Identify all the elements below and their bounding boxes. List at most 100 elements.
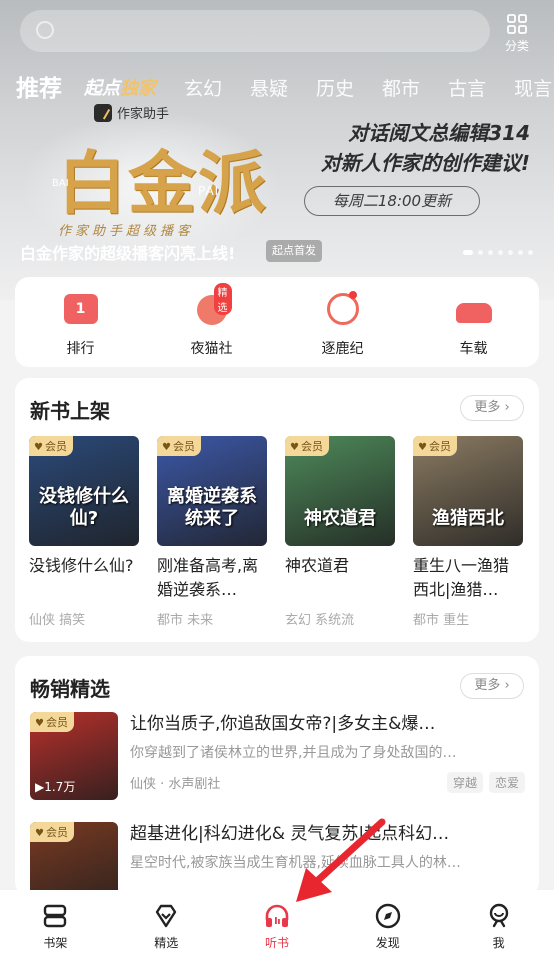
book-item[interactable]: 会员 渔猎西北 重生八一渔猎西北|渔猎… 都市 重生: [413, 436, 523, 628]
more-button[interactable]: 更多 ›: [460, 673, 524, 699]
nav-label: 精选: [154, 936, 179, 950]
book-title[interactable]: 刚准备高考,离婚逆袭系…: [157, 554, 267, 602]
carousel-dot: [518, 250, 523, 255]
tag-chip[interactable]: 穿越: [446, 772, 483, 793]
cover-text: 神农道君: [304, 508, 376, 529]
search-icon: [36, 21, 54, 39]
cover-text: 离婚逆袭系统来了: [167, 486, 257, 529]
tab-suspense[interactable]: 悬疑: [250, 76, 288, 102]
book-title[interactable]: 没钱修什么仙?: [29, 554, 139, 602]
item-text: 让你当质子,你追敌国女帝?|多女主&爆… 你穿越到了诸侯林立的世界,并且成为了身…: [130, 712, 525, 800]
list-item[interactable]: 会员 ▶1.7万 让你当质子,你追敌国女帝?|多女主&爆… 你穿越到了诸侯林立的…: [30, 712, 530, 800]
tab-xuanhuan[interactable]: 玄幻: [184, 76, 222, 102]
book-cover[interactable]: 会员 神农道君: [285, 436, 395, 546]
banner-headline-line2: 对新人作家的创作建议!: [320, 151, 530, 175]
channel-tabs: 推荐 起点独家 玄幻 悬疑 历史 都市 古言 现言: [16, 70, 554, 102]
shortcut-rank[interactable]: 1 排行: [15, 277, 146, 367]
book-cover[interactable]: 会员 没钱修什么仙?: [29, 436, 139, 546]
category-button[interactable]: 分类: [502, 14, 532, 54]
night-cat-icon: 精选: [192, 283, 232, 329]
bottom-nav: 书架 精选 听书 发现 我: [0, 890, 554, 958]
headphones-icon: [265, 904, 289, 927]
banner-headline: 对话阅文总编辑314 对新人作家的创作建议!: [321, 118, 530, 178]
tab-exclusive-label: 独家: [120, 78, 156, 99]
car-icon: [454, 289, 494, 329]
new-books-section: 新书上架 更多 › 会员 没钱修什么仙? 没钱修什么仙? 仙侠 搞笑 会员 离婚…: [15, 378, 539, 642]
carousel-dot: [478, 250, 483, 255]
tab-qidian-exclusive[interactable]: 起点独家: [84, 76, 156, 102]
banner-bai-text: BAI: [52, 178, 69, 189]
carousel-dot: [508, 250, 513, 255]
item-title[interactable]: 让你当质子,你追敌国女帝?|多女主&爆…: [130, 712, 525, 736]
section-title: 新书上架: [30, 399, 110, 423]
writer-assistant-logo: 作家助手: [94, 103, 169, 122]
carousel-dot: [463, 250, 473, 255]
more-label: 更多: [474, 400, 501, 415]
vip-badge: 会员: [29, 436, 73, 456]
banner-big-title: 白金派: [58, 144, 269, 224]
more-label: 更多: [474, 678, 501, 693]
nav-featured[interactable]: 精选: [111, 890, 222, 958]
book-tags: 仙侠 搞笑: [29, 613, 86, 628]
shortcut-label: 夜猫社: [190, 341, 233, 357]
more-button[interactable]: 更多 ›: [460, 395, 524, 421]
item-meta: 仙侠 · 水声剧社 穿越 恋爱: [130, 772, 525, 793]
assistant-label: 作家助手: [117, 107, 170, 122]
carousel-dot: [498, 250, 503, 255]
book-cover[interactable]: 会员 离婚逆袭系统来了: [157, 436, 267, 546]
nav-profile[interactable]: 我: [443, 890, 554, 958]
banner-headline-line1: 对话阅文总编辑314: [348, 121, 530, 145]
banner-subtitle: 作家助手超级播客: [58, 224, 195, 239]
featured-badge: 精选: [213, 283, 232, 315]
deer-icon: [323, 289, 363, 329]
carousel-dot: [488, 250, 493, 255]
item-description: 你穿越到了诸侯林立的世界,并且成为了身处敌国的…: [130, 745, 457, 761]
book-tags: 都市 重生: [413, 613, 470, 628]
nav-label: 书架: [43, 936, 68, 950]
tab-history[interactable]: 历史: [316, 76, 354, 102]
vip-badge: 会员: [157, 436, 201, 456]
tag-chip[interactable]: 恋爱: [488, 772, 525, 793]
first-release-tag: 起点首发: [266, 240, 322, 262]
book-item[interactable]: 会员 神农道君 神农道君 玄幻 系统流: [285, 436, 395, 628]
book-tags: 玄幻 系统流: [285, 613, 355, 628]
tab-urban[interactable]: 都市: [382, 76, 420, 102]
vip-badge: 会员: [285, 436, 329, 456]
grid-icon: [507, 14, 527, 34]
tag-chips: 穿越 恋爱: [441, 772, 525, 793]
book-title[interactable]: 重生八一渔猎西北|渔猎…: [413, 554, 523, 602]
tab-qidian-label: 起点: [84, 78, 120, 99]
audiobook-cover[interactable]: 会员 ▶1.7万: [30, 712, 118, 800]
book-item[interactable]: 会员 没钱修什么仙? 没钱修什么仙? 仙侠 搞笑: [29, 436, 139, 628]
tab-recommend[interactable]: 推荐: [16, 76, 62, 102]
hero-banner[interactable]: 分类 推荐 起点独家 玄幻 悬疑 历史 都市 古言 现言 作家助手 白金派 BA…: [0, 0, 554, 300]
nav-bookshelf[interactable]: 书架: [0, 890, 111, 958]
pen-icon: [94, 103, 112, 122]
book-title[interactable]: 神农道君: [285, 554, 395, 602]
banner-pai-text: PAI: [198, 184, 220, 198]
nav-label: 听书: [264, 936, 289, 950]
book-item[interactable]: 会员 离婚逆袭系统来了 刚准备高考,离婚逆袭系… 都市 未来: [157, 436, 267, 628]
shortcut-label: 排行: [66, 341, 95, 357]
shortcut-bar: 1 排行 精选 夜猫社 逐鹿纪 车载: [15, 277, 539, 367]
book-cover[interactable]: 会员 渔猎西北: [413, 436, 523, 546]
play-count: ▶1.7万: [35, 778, 75, 795]
annotation-arrow-icon: [296, 818, 386, 902]
item-genre-author: 仙侠 · 水声剧社: [130, 777, 221, 792]
book-tags: 都市 未来: [157, 613, 214, 628]
shortcut-label: 车载: [459, 341, 488, 357]
rank-icon-number: 1: [63, 294, 98, 324]
play-count-value: 1.7万: [44, 780, 76, 794]
shortcut-deer[interactable]: 逐鹿纪: [277, 277, 408, 367]
search-bar[interactable]: [20, 10, 490, 52]
shortcut-night-cat[interactable]: 精选 夜猫社: [146, 277, 277, 367]
rank-icon: 1: [61, 289, 101, 329]
shortcut-car[interactable]: 车载: [408, 277, 539, 367]
tab-ancient-romance[interactable]: 古言: [448, 76, 486, 102]
nav-label: 发现: [375, 936, 400, 950]
profile-icon: [489, 903, 508, 928]
vip-badge: 会员: [30, 822, 74, 842]
cover-text: 渔猎西北: [432, 508, 504, 529]
tab-modern-romance[interactable]: 现言: [514, 76, 552, 102]
carousel-dot: [528, 250, 533, 255]
